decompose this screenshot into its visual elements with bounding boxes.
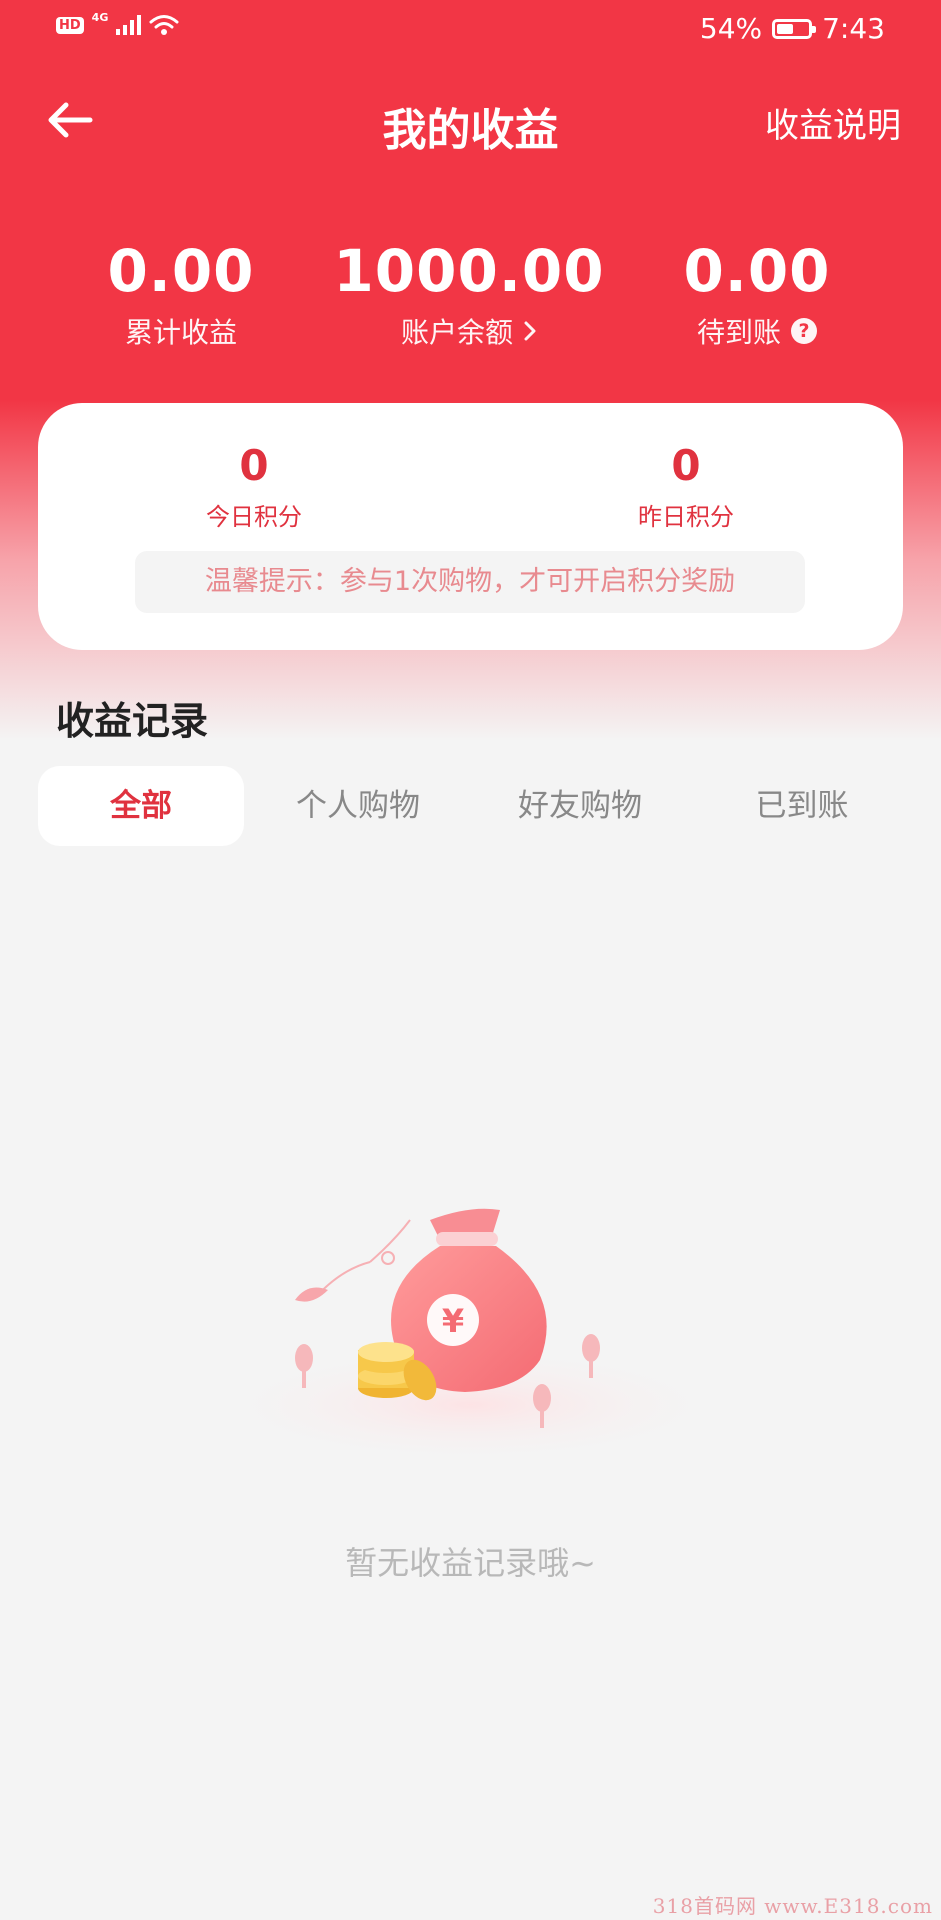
network-type: 4G: [91, 10, 109, 24]
tab-all[interactable]: 全部: [38, 766, 244, 846]
stat-pending: 0.00 待到账 ?: [607, 238, 907, 351]
stat-account-balance[interactable]: 1000.00 账户余额: [319, 238, 619, 351]
tab-personal-shopping[interactable]: 个人购物: [258, 766, 458, 846]
chevron-right-icon: [524, 321, 536, 341]
points-yesterday-label: 昨日积分: [638, 503, 734, 532]
stat-label: 账户余额: [400, 315, 513, 349]
battery-fill: [777, 23, 794, 34]
nav-bar: 我的收益 收益说明: [0, 80, 941, 160]
stat-label: 待到账: [696, 315, 781, 349]
stat-value: 1000.00: [333, 237, 605, 305]
svg-text:¥: ¥: [442, 1302, 464, 1340]
stat-value: 0.00: [107, 237, 255, 305]
clock: 7:43: [822, 12, 885, 45]
points-today-value: 0: [239, 441, 269, 490]
question-circle-icon[interactable]: ?: [791, 317, 817, 344]
signal-icon: [116, 15, 142, 35]
tab-friend-shopping[interactable]: 好友购物: [480, 766, 680, 846]
battery-icon: [772, 18, 817, 39]
records-title: 收益记录: [56, 699, 209, 743]
earnings-info-link[interactable]: 收益说明: [765, 98, 901, 147]
points-yesterday: 0 昨日积分: [566, 441, 806, 532]
status-left: HD 4G: [56, 10, 179, 36]
status-bar: HD 4G 54% 7:43: [0, 0, 941, 60]
points-today: 0 今日积分: [134, 441, 374, 532]
money-bag-illustration: ¥: [205, 1208, 735, 1465]
battery-percent: 54%: [699, 12, 763, 45]
empty-state-text: 暂无收益记录哦~: [345, 1544, 596, 1582]
stat-label: 累计收益: [124, 315, 237, 349]
watermark: 318首码网 www.E318.com: [652, 1894, 933, 1918]
records-tabs: 全部 个人购物 好友购物 已到账: [38, 766, 903, 846]
hd-badge: HD: [56, 16, 84, 34]
stat-total-earnings: 0.00 累计收益: [31, 238, 331, 351]
points-card: 0 今日积分 0 昨日积分 温馨提示：参与1次购物，才可开启积分奖励: [38, 403, 903, 650]
earnings-stats: 0.00 累计收益 1000.00 账户余额 0.00 待到账 ?: [0, 238, 941, 358]
points-tip: 温馨提示：参与1次购物，才可开启积分奖励: [135, 551, 805, 613]
tab-settled[interactable]: 已到账: [702, 766, 902, 846]
points-today-label: 今日积分: [206, 503, 302, 532]
points-yesterday-value: 0: [671, 441, 701, 490]
status-right: 54% 7:43: [700, 12, 885, 45]
wifi-icon: [149, 15, 179, 35]
stat-value: 0.00: [683, 237, 831, 305]
